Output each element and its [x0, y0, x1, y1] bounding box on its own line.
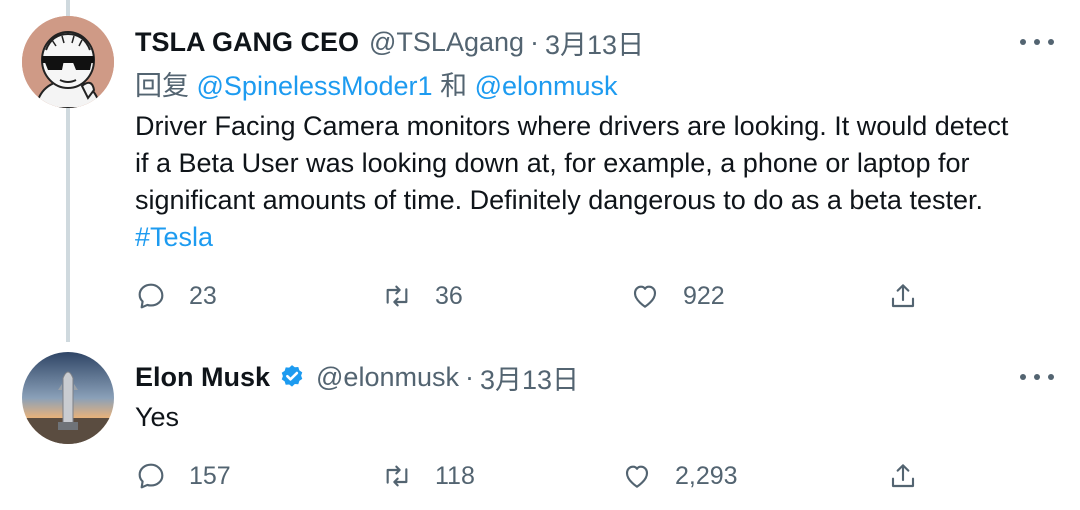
like-count: 2,293: [675, 461, 738, 490]
avatar-elonmusk[interactable]: [22, 352, 114, 444]
verified-badge-icon: [281, 365, 303, 387]
reply-and: 和: [440, 71, 468, 101]
reply-button[interactable]: 157: [135, 456, 231, 496]
share-button[interactable]: [887, 276, 919, 316]
reply-prefix: 回复: [135, 71, 189, 101]
tweet2-header: Elon Musk @elonmusk · 3月13日: [135, 355, 579, 399]
reply-count: 23: [189, 281, 217, 310]
tweet1-text-line: if a Beta User was looking down at, for …: [135, 148, 970, 178]
tweet1-text-line: Driver Facing Camera monitors where driv…: [135, 111, 1009, 141]
retweet-button[interactable]: 36: [381, 276, 463, 316]
tweet2-separator: ·: [464, 361, 474, 392]
reply-button[interactable]: 23: [135, 276, 217, 316]
retweet-icon: [386, 285, 408, 307]
retweet-button[interactable]: 118: [381, 456, 475, 496]
comment-icon: [138, 463, 164, 489]
like-button[interactable]: 2,293: [621, 456, 738, 496]
tweet2-timestamp[interactable]: 3月13日: [480, 358, 579, 397]
retweet-count: 36: [435, 281, 463, 310]
share-icon: [891, 284, 915, 308]
heart-icon: [625, 465, 649, 488]
share-icon: [891, 464, 915, 488]
tweet1-separator: ·: [530, 26, 540, 57]
avatar-tslagang[interactable]: [22, 16, 114, 108]
tweet1-header: TSLA GANG CEO @TSLAgang · 3月13日: [135, 20, 644, 64]
more-icon[interactable]: [1020, 367, 1054, 387]
hashtag-tesla[interactable]: #Tesla: [135, 219, 1008, 256]
tweet2-author-handle[interactable]: @elonmusk: [316, 362, 459, 393]
comment-icon: [138, 283, 164, 309]
mention-spinelessmoder1[interactable]: @SpinelessModer1: [197, 71, 433, 101]
share-button[interactable]: [887, 456, 919, 496]
tweet2-action-bar: 157 118 2,293: [135, 456, 935, 496]
tweet1-action-bar: 23 36 922: [135, 276, 935, 316]
tweet1-author-handle[interactable]: @TSLAgang: [369, 27, 524, 58]
tweet1-timestamp[interactable]: 3月13日: [545, 23, 644, 62]
retweet-icon: [386, 465, 408, 487]
heart-icon: [633, 285, 657, 308]
more-icon[interactable]: [1020, 32, 1054, 52]
tweet1-reply-to: 回复 @SpinelessModer1 和 @elonmusk: [135, 64, 618, 103]
reply-count: 157: [189, 461, 231, 490]
tweet1-author-name[interactable]: TSLA GANG CEO: [135, 27, 359, 58]
mention-elonmusk[interactable]: @elonmusk: [475, 71, 618, 101]
like-button[interactable]: 922: [629, 276, 725, 316]
retweet-count: 118: [435, 461, 475, 490]
tweet2-author-name[interactable]: Elon Musk: [135, 362, 270, 393]
tweet1-text-line: significant amounts of time. Definitely …: [135, 185, 983, 215]
tweet1-text: Driver Facing Camera monitors where driv…: [135, 108, 1008, 256]
like-count: 922: [683, 281, 725, 310]
tweet2-text: Yes: [135, 402, 180, 432]
